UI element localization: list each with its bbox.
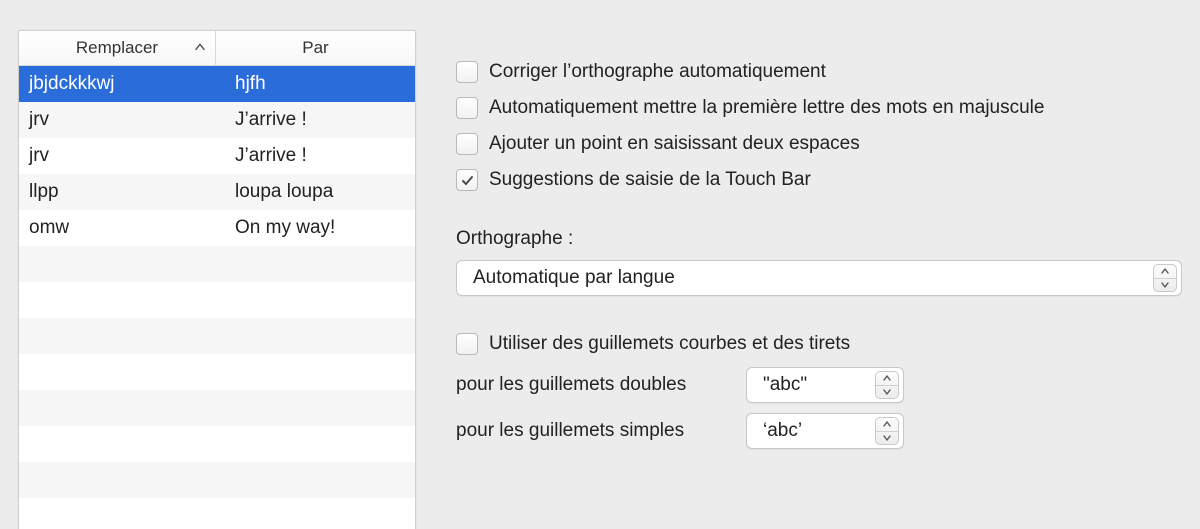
cell-with: hjfh	[225, 73, 415, 95]
cell-replace: omw	[19, 217, 225, 239]
checkbox-auto-spell[interactable]	[456, 61, 478, 83]
option-double-space-label: Ajouter un point en saisissant deux espa…	[489, 133, 860, 155]
checkbox-touchbar[interactable]	[456, 169, 478, 191]
options-panel: Corriger l’orthographe automatiquement A…	[416, 30, 1182, 454]
table-row[interactable]	[19, 462, 415, 498]
single-quotes-select-value: ‘abc’	[763, 420, 802, 442]
cell-with: J’arrive !	[225, 145, 415, 167]
option-smart-quotes-label: Utiliser des guillemets courbes et des t…	[489, 333, 850, 355]
option-auto-spell[interactable]: Corriger l’orthographe automatiquement	[456, 54, 1182, 90]
column-header-replace-label: Remplacer	[76, 38, 158, 58]
cell-replace: jrv	[19, 109, 225, 131]
double-quotes-select[interactable]: "abc"	[746, 367, 904, 403]
cell-with: loupa loupa	[225, 181, 415, 203]
cell-replace: jbjdckkkwj	[19, 73, 225, 95]
table-row[interactable]	[19, 390, 415, 426]
option-touchbar[interactable]: Suggestions de saisie de la Touch Bar	[456, 162, 1182, 198]
single-quotes-label: pour les guillemets simples	[456, 420, 746, 442]
table-row[interactable]: llpploupa loupa	[19, 174, 415, 210]
table-row[interactable]: jrvJ’arrive !	[19, 102, 415, 138]
double-quotes-select-value: "abc"	[763, 374, 807, 396]
table-row[interactable]	[19, 498, 415, 529]
option-touchbar-label: Suggestions de saisie de la Touch Bar	[489, 169, 811, 191]
single-quotes-select[interactable]: ‘abc’	[746, 413, 904, 449]
table-row[interactable]: omwOn my way!	[19, 210, 415, 246]
cell-with: On my way!	[225, 217, 415, 239]
table-body: jbjdckkkwjhjfhjrvJ’arrive !jrvJ’arrive !…	[19, 66, 415, 529]
column-header-with-label: Par	[302, 38, 328, 58]
option-double-space[interactable]: Ajouter un point en saisissant deux espa…	[456, 126, 1182, 162]
table-row[interactable]	[19, 246, 415, 282]
checkbox-smart-quotes[interactable]	[456, 333, 478, 355]
option-auto-cap-label: Automatiquement mettre la première lettr…	[489, 97, 1044, 119]
table-row[interactable]	[19, 426, 415, 462]
table-row[interactable]: jrvJ’arrive !	[19, 138, 415, 174]
stepper-icon	[875, 417, 899, 445]
table-row[interactable]: jbjdckkkwjhjfh	[19, 66, 415, 102]
sort-indicator-icon	[195, 40, 205, 54]
double-quotes-label: pour les guillemets doubles	[456, 374, 746, 396]
spelling-select-value: Automatique par langue	[473, 267, 675, 289]
table-row[interactable]	[19, 354, 415, 390]
checkbox-auto-cap[interactable]	[456, 97, 478, 119]
option-smart-quotes[interactable]: Utiliser des guillemets courbes et des t…	[456, 326, 1182, 362]
stepper-icon	[1153, 264, 1177, 292]
column-header-with[interactable]: Par	[216, 31, 415, 65]
cell-replace: llpp	[19, 181, 225, 203]
table-row[interactable]	[19, 282, 415, 318]
table-header: Remplacer Par	[19, 31, 415, 66]
replacements-table[interactable]: Remplacer Par jbjdckkkwjhjfhjrvJ’arrive …	[18, 30, 416, 529]
option-auto-cap[interactable]: Automatiquement mettre la première lettr…	[456, 90, 1182, 126]
column-header-replace[interactable]: Remplacer	[19, 31, 216, 65]
stepper-icon	[875, 371, 899, 399]
spelling-label: Orthographe :	[456, 228, 1182, 250]
table-row[interactable]	[19, 318, 415, 354]
checkbox-double-space[interactable]	[456, 133, 478, 155]
spelling-select[interactable]: Automatique par langue	[456, 260, 1182, 296]
cell-with: J’arrive !	[225, 109, 415, 131]
option-auto-spell-label: Corriger l’orthographe automatiquement	[489, 61, 826, 83]
cell-replace: jrv	[19, 145, 225, 167]
